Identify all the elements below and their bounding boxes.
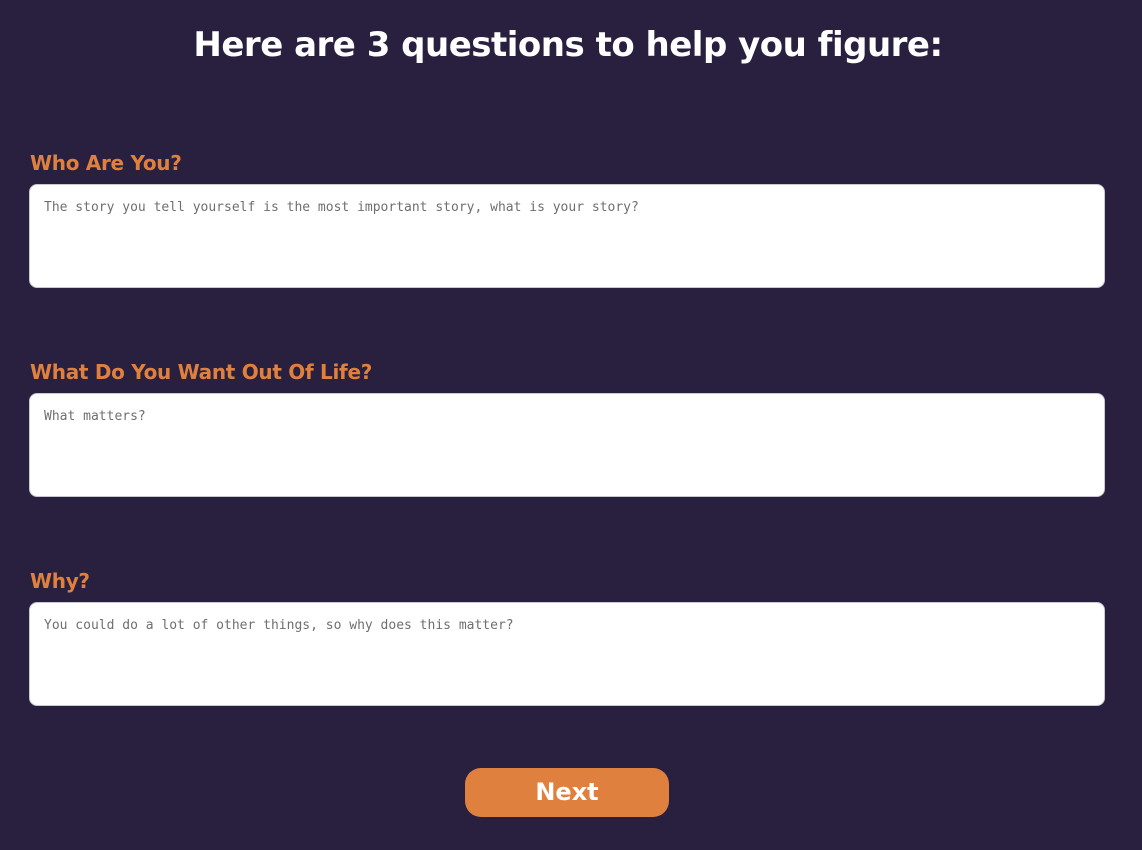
question-label-why: Why? — [30, 569, 90, 593]
answer-field-who-are-you[interactable] — [29, 184, 1105, 288]
question-label-who-are-you: Who Are You? — [30, 151, 182, 175]
page-title: Here are 3 questions to help you figure: — [193, 25, 943, 65]
answer-field-why[interactable] — [29, 602, 1105, 706]
question-label-what-do-you-want: What Do You Want Out Of Life? — [30, 360, 373, 384]
next-button[interactable]: Next — [465, 768, 669, 817]
answer-field-what-do-you-want[interactable] — [29, 393, 1105, 497]
